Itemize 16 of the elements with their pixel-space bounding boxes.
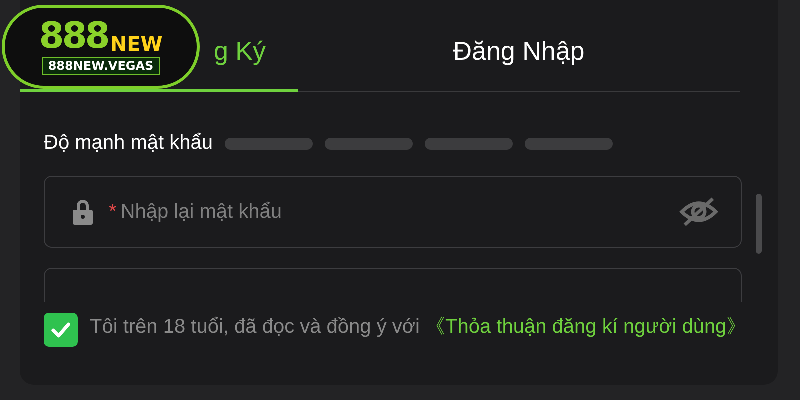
scrollbar[interactable] [756,194,762,254]
terms-link[interactable]: 《Thỏa thuận đăng kí người dùng》 [426,316,747,338]
lock-icon [71,198,95,226]
eye-slash-icon[interactable] [679,197,719,227]
strength-label: Độ mạnh mật khẩu [44,132,213,155]
tab[interactable]: g Ký [214,36,266,67]
logo[interactable]: 888NEW 888NEW.VEGAS [2,5,200,89]
logo-domain: 888NEW.VEGAS [42,57,160,75]
tab[interactable]: Đăng Nhập [453,36,585,67]
logo-digits: 888 [39,19,108,55]
agreement-text: Tôi trên 18 tuổi, đã đọc và đồng ý với 《Thỏa thuận đăng kí người dùng》 [90,315,748,340]
checkbox[interactable] [44,313,78,347]
password-input[interactable]: Nhập lại mật khẩu [118,200,679,224]
logo-word: NEW [110,33,163,55]
password-field[interactable]: * Nhập lại mật khẩu [44,176,742,248]
required-mark: * [109,200,117,224]
